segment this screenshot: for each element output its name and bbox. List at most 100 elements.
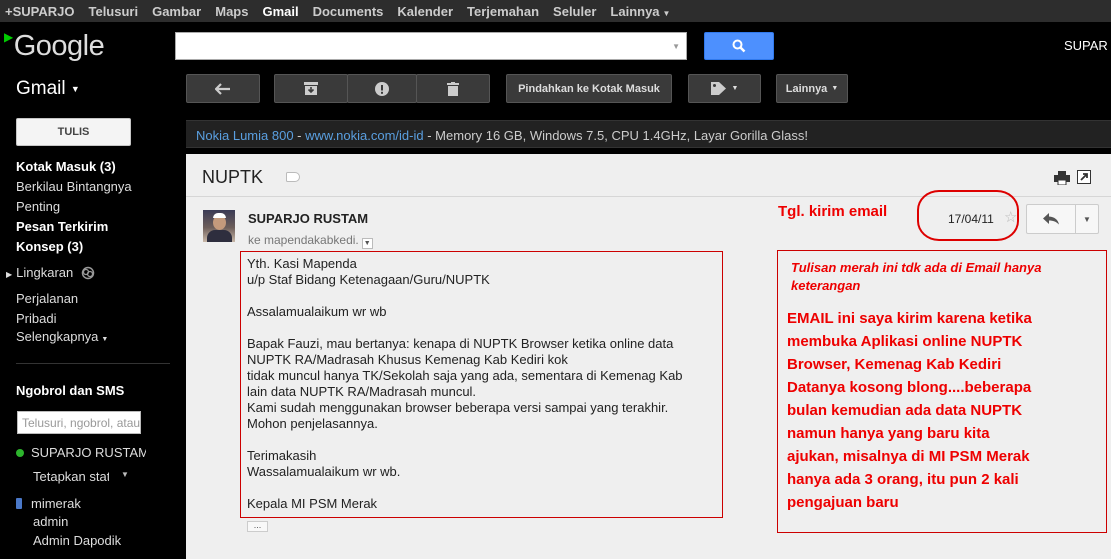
annotation-line: Datanya kosong blong....beberapa (787, 379, 1032, 396)
avatar (203, 210, 235, 242)
chevron-down-icon: ▼ (831, 85, 839, 92)
ad-text: - Memory 16 GB, Windows 7.5, CPU 1.4GHz,… (423, 128, 808, 143)
more-reply-options-button[interactable]: ▼ (1075, 204, 1099, 234)
compose-button[interactable]: TULIS (16, 118, 131, 146)
body-line: tidak muncul hanya TK/Sekolah saja yang … (247, 368, 683, 383)
chevron-down-icon: ▼ (731, 85, 739, 92)
annotation-line: Browser, Kemenag Kab Kediri (787, 356, 1002, 373)
body-line (247, 432, 716, 448)
print-icon[interactable] (1054, 171, 1070, 185)
show-details-icon[interactable]: ▼ (361, 238, 373, 249)
sidebar-item-important[interactable]: Penting (16, 199, 60, 214)
topnav-more-label: Lainnya (610, 3, 660, 19)
chat-search-input[interactable]: Telusuri, ngobrol, atau SMS (17, 411, 141, 434)
ad-url-link[interactable]: www.nokia.com/id-id (305, 128, 424, 143)
search-dropdown-icon[interactable]: ▼ (672, 42, 680, 51)
delete-button[interactable] (416, 74, 490, 103)
sidebar-item-drafts[interactable]: Konsep (3) (16, 239, 83, 254)
body-line: Kepala MI PSM Merak (247, 496, 378, 511)
search-input[interactable]: ▼ (175, 32, 687, 60)
logo-text: Google (13, 30, 105, 62)
topnav-item-profile[interactable]: +SUPARJO (5, 4, 74, 19)
body-line: u/p Staf Bidang Ketenagaan/Guru/NUPTK (247, 272, 490, 287)
annotation-line: EMAIL ini saya kirim karena ketika (787, 310, 1032, 327)
new-window-icon[interactable] (1077, 170, 1091, 184)
show-trimmed-content-button[interactable]: ... (247, 521, 268, 532)
annotation-italic-line: keterangan (791, 278, 861, 293)
body-line (247, 480, 716, 496)
chat-contact[interactable]: Admin Dapodik (33, 533, 121, 548)
sidebar-item-personal[interactable]: Pribadi (16, 311, 56, 326)
archive-icon (304, 82, 318, 95)
annotation-line: pengajuan baru (787, 494, 899, 511)
sidebar-item-sent[interactable]: Pesan Terkirim (16, 219, 108, 234)
recipient-line: ke mapendakabkedi. ▼ (248, 233, 373, 249)
labels-button[interactable]: ▼ (688, 74, 761, 103)
annotation-note: Tulisan merah ini tdk ada di Email hanya… (777, 250, 1107, 533)
body-line: Bapak Fauzi, mau bertanya: kenapa di NUP… (247, 336, 674, 351)
chevron-down-icon: ▼ (1083, 214, 1091, 224)
topnav-item-translate[interactable]: Terjemahan (467, 4, 539, 19)
arrow-icon: ▶ (4, 30, 13, 44)
top-nav-bar: +SUPARJO Telusuri Gambar Maps Gmail Docu… (0, 0, 1111, 22)
chat-contact[interactable]: admin (33, 514, 68, 529)
trash-icon (447, 81, 459, 96)
chat-contact[interactable]: SUPARJO RUSTAM (16, 445, 146, 460)
back-button[interactable] (186, 74, 260, 103)
avatar-body (207, 230, 232, 242)
sidebar-item-inbox[interactable]: Kotak Masuk (3) (16, 159, 116, 174)
search-button[interactable] (704, 32, 774, 60)
move-to-inbox-button[interactable]: Pindahkan ke Kotak Masuk (506, 74, 672, 103)
user-name[interactable]: SUPAR (1064, 38, 1108, 53)
topnav-item-more[interactable]: Lainnya ▼ (610, 4, 670, 19)
sidebar-item-starred[interactable]: Berkilau Bintangnya (16, 179, 132, 194)
message-pane: NUPTK SUPARJO RUSTAM ke mapendakabkedi. ▼… (186, 154, 1111, 559)
expand-arrow-icon[interactable]: ▶ (6, 270, 12, 279)
label-icon[interactable] (286, 172, 300, 182)
annotation-italic-line: Tulisan merah ini tdk ada di Email hanya (791, 260, 1042, 275)
star-icon[interactable]: ☆ (1004, 208, 1017, 226)
more-actions-button[interactable]: Lainnya ▼ (776, 74, 848, 103)
contact-name: mimerak (31, 496, 81, 511)
chevron-down-icon[interactable]: ▼ (121, 470, 129, 479)
body-line: Mohon penjelasannya. (247, 416, 378, 431)
contact-name: SUPARJO RUSTAM (31, 445, 146, 460)
circles-icon (81, 266, 95, 280)
report-spam-button[interactable] (347, 74, 417, 103)
sidebar-item-label: Lingkaran (16, 265, 74, 280)
reply-button[interactable] (1026, 204, 1076, 234)
sidebar-item-circles[interactable]: ▶ Lingkaran (6, 265, 95, 280)
sidebar-item-label: Selengkapnya (16, 329, 99, 344)
gmail-label-text: Gmail (16, 78, 66, 99)
more-actions-label: Lainnya (785, 82, 828, 95)
topnav-item-maps[interactable]: Maps (215, 4, 248, 19)
chat-contact[interactable]: mimerak (16, 496, 81, 511)
divider (16, 363, 170, 364)
google-logo[interactable]: ▶Google (4, 30, 105, 63)
body-line: lain data NUPTK RA/Madrasah muncul. (247, 384, 477, 399)
archive-button[interactable] (274, 74, 348, 103)
sidebar-item-more[interactable]: Selengkapnya ▼ (16, 329, 108, 344)
body-line: Terimakasih (247, 448, 317, 463)
topnav-item-documents[interactable]: Documents (313, 4, 384, 19)
topnav-item-gmail[interactable]: Gmail (262, 4, 298, 19)
topnav-item-calendar[interactable]: Kalender (397, 4, 453, 19)
set-status-input[interactable]: Tetapkan status di sini (33, 469, 109, 484)
gmail-menu[interactable]: Gmail ▼ (16, 78, 80, 100)
annotation-line: membuka Aplikasi online NUPTK (787, 333, 1023, 350)
reply-icon (1043, 213, 1059, 225)
topnav-item-images[interactable]: Gambar (152, 4, 201, 19)
sidebar-item-travel[interactable]: Perjalanan (16, 291, 78, 306)
body-line (247, 320, 716, 336)
body-line: NUPTK RA/Madrasah Khusus Kemenag Kab Ked… (247, 352, 568, 367)
message-body: Yth. Kasi Mapenda u/p Staf Bidang Ketena… (240, 251, 723, 518)
search-icon (732, 39, 746, 53)
topnav-item-mobile[interactable]: Seluler (553, 4, 596, 19)
sender-name[interactable]: SUPARJO RUSTAM (248, 211, 368, 226)
ad-title-link[interactable]: Nokia Lumia 800 (196, 128, 294, 143)
spam-icon (375, 81, 389, 96)
annotation-main-text: EMAIL ini saya kirim karena ketika membu… (787, 307, 1098, 514)
recipient-text: ke mapendakabkedi. (248, 233, 359, 247)
topnav-item-search[interactable]: Telusuri (88, 4, 138, 19)
annotation-line: ajukan, misalnya di MI PSM Merak (787, 448, 1030, 465)
